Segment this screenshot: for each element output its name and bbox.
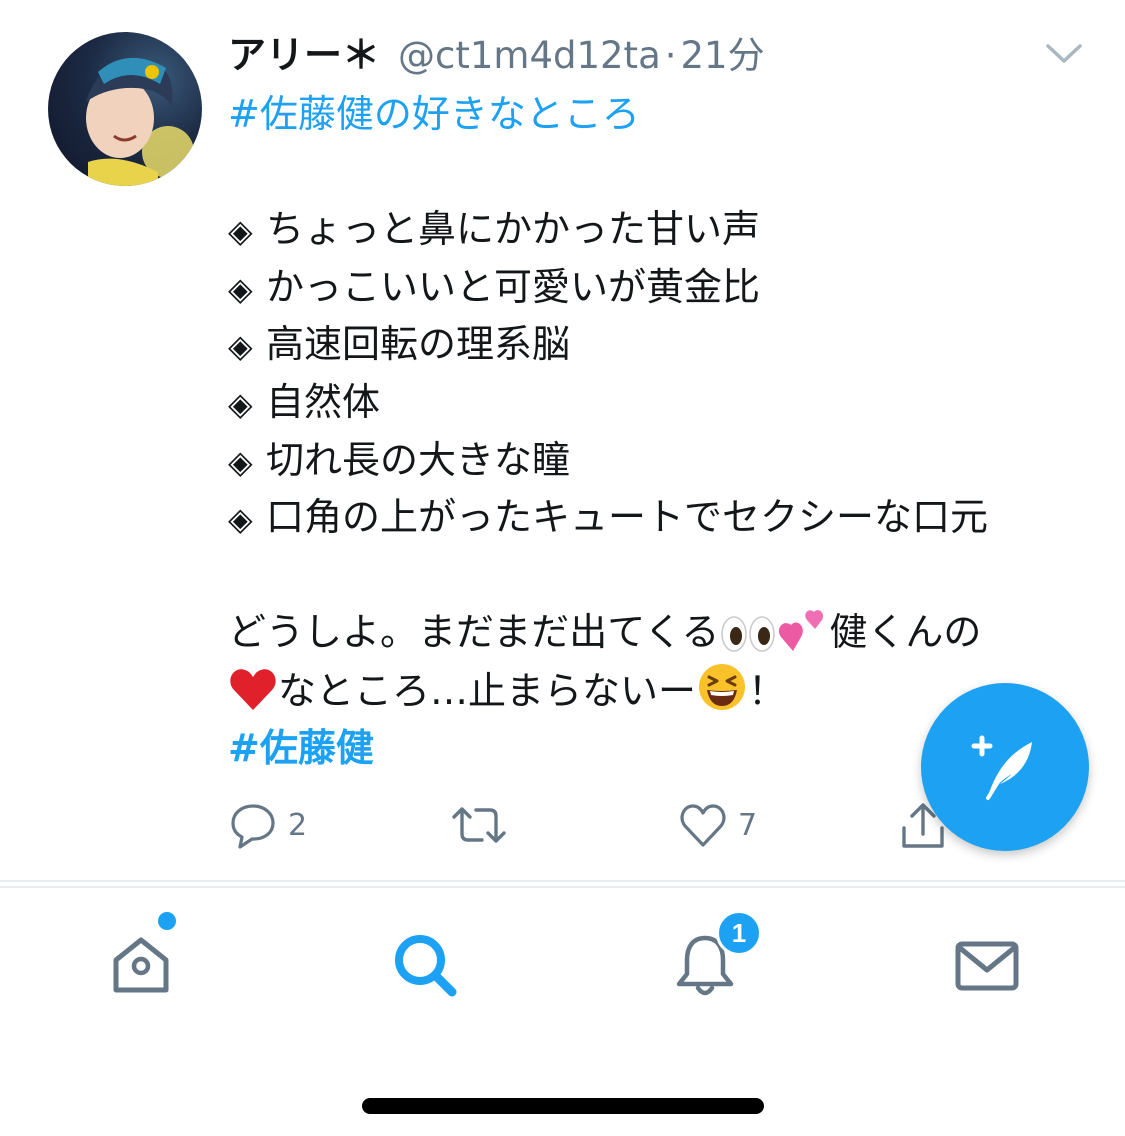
bullet-line: ◈ 高速回転の理系脳 <box>228 316 1088 374</box>
hashtag-bottom[interactable]: #佐藤健 <box>228 726 374 770</box>
bullet-line: ◈ 切れ長の大きな瞳 <box>228 432 1088 490</box>
hashtag-top[interactable]: #佐藤健の好きなところ <box>228 92 640 136</box>
new-content-dot <box>158 912 176 930</box>
compose-tweet-button[interactable] <box>921 683 1089 851</box>
tab-notifications[interactable]: 1 <box>670 910 762 1000</box>
tab-home[interactable] <box>106 912 176 1000</box>
heart-icon <box>678 800 728 850</box>
paragraph-text: なところ…止まらないー <box>278 668 697 713</box>
mail-icon <box>952 930 1022 1000</box>
separator: · <box>664 34 677 77</box>
tweet-header: アリー＊ @ct1m4d12ta · 21分 <box>228 24 765 80</box>
handle[interactable]: @ct1m4d12ta <box>398 34 661 77</box>
bullet-mark: ◈ <box>228 212 253 251</box>
bullet-text: 自然体 <box>266 379 381 424</box>
bullet-text: 高速回転の理系脳 <box>266 322 571 367</box>
bullet-mark: ◈ <box>228 500 253 539</box>
bullet-line: ◈ ちょっと鼻にかかった甘い声 <box>228 201 1088 259</box>
bullet-text: 切れ長の大きな瞳 <box>266 437 571 482</box>
tab-messages[interactable] <box>952 930 1022 1000</box>
paragraph-text: 健くんの <box>829 610 982 655</box>
avatar[interactable] <box>48 32 202 186</box>
two-hearts-icon <box>777 607 829 670</box>
bullet-line: ◈ 自然体 <box>228 374 1088 432</box>
divider <box>0 880 1125 882</box>
retweet-icon <box>450 800 508 850</box>
bullet-text: 口角の上がったキュートでセクシーな口元 <box>266 495 989 540</box>
like-button[interactable]: 7 <box>678 800 757 850</box>
timestamp[interactable]: 21分 <box>681 25 765 79</box>
bullet-line: ◈ 口角の上がったキュートでセクシーな口元 <box>228 489 1088 547</box>
paragraph-text: どうしよ。まだまだ出てくる <box>228 610 720 655</box>
bullet-mark: ◈ <box>228 442 253 481</box>
grinning-squinting-face-icon <box>696 662 748 729</box>
bullet-text: かっこいいと可愛いが黄金比 <box>266 264 761 309</box>
like-count: 7 <box>738 807 758 843</box>
paragraph-line: どうしよ。まだまだ出てくる 健くんの <box>228 604 1088 662</box>
divider <box>0 886 1125 888</box>
display-name[interactable]: アリー＊ <box>228 24 380 79</box>
reply-icon <box>228 800 278 850</box>
notifications-badge: 1 <box>716 910 762 956</box>
bullet-mark: ◈ <box>228 384 253 423</box>
search-icon <box>390 930 460 1000</box>
reply-count: 2 <box>288 807 308 843</box>
bullet-mark: ◈ <box>228 269 253 308</box>
tweet-actions: 2 7 <box>228 800 988 860</box>
tweet-text: #佐藤健の好きなところ ◈ ちょっと鼻にかかった甘い声 ◈ かっこいいと可愛いが黄金… <box>228 86 1088 777</box>
home-icon <box>106 930 176 1000</box>
compose-feather-icon <box>960 720 1050 814</box>
bullet-line: ◈ かっこいいと可愛いが黄金比 <box>228 259 1088 317</box>
home-indicator[interactable] <box>362 1098 764 1114</box>
bullet-text: ちょっと鼻にかかった甘い声 <box>266 207 761 252</box>
tab-bar: 1 <box>0 890 1125 1040</box>
tab-search[interactable] <box>390 930 460 1000</box>
chevron-down-icon[interactable] <box>1044 40 1084 68</box>
reply-button[interactable]: 2 <box>228 800 307 850</box>
bullet-mark: ◈ <box>228 327 253 366</box>
paragraph-text: ！ <box>748 668 787 713</box>
retweet-button[interactable] <box>450 800 518 850</box>
